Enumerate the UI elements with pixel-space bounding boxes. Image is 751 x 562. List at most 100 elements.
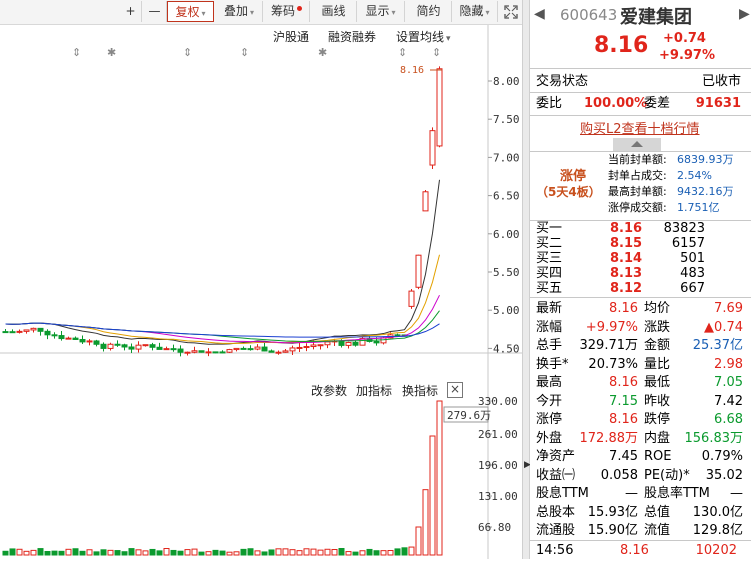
chevron-up-icon: [631, 141, 643, 147]
stat-row: 总股本 15.93亿 总值 130.0亿: [530, 504, 751, 522]
candle: [415, 254, 422, 288]
zoom-out-button[interactable]: —: [143, 1, 167, 22]
candle: [275, 351, 282, 354]
price-tick-label: 7.00: [493, 151, 520, 164]
volume-bar: [149, 548, 156, 556]
volume-bar: [415, 526, 422, 556]
volume-bar: [86, 549, 93, 556]
trade-status-label: 交易状态: [536, 74, 589, 89]
volume-bar: [191, 548, 198, 556]
bid-label: 买四: [536, 266, 563, 281]
volume-bar: [9, 548, 16, 556]
candle: [282, 350, 289, 353]
rongzi-link[interactable]: 融资融券: [328, 28, 376, 45]
price-tick-label: 6.00: [493, 228, 520, 241]
ma-settings-link[interactable]: 设置均线 ▾: [396, 28, 451, 45]
volume-bar: [345, 551, 352, 556]
bid-volume: 667: [680, 281, 705, 296]
stat-value: ▲0.74: [704, 319, 743, 335]
volume-bar: [37, 548, 44, 556]
bid-price: 8.16: [610, 221, 643, 236]
fullscreen-icon: [504, 5, 518, 19]
trade-status-row: 交易状态 已收市: [530, 73, 751, 91]
change-params-link[interactable]: 改参数: [311, 382, 347, 399]
fullscreen-button[interactable]: [500, 1, 522, 22]
candle: [65, 337, 72, 340]
volume-bar: [282, 548, 289, 556]
volume-bar: [72, 548, 79, 556]
volume-bar: [429, 435, 436, 556]
volume-bar: [331, 549, 338, 556]
candle: [324, 341, 331, 346]
stat-label: 股息TTM: [536, 486, 589, 501]
diejia-label: 叠加: [223, 4, 248, 18]
bid-label: 买二: [536, 236, 563, 251]
volume-bar: [303, 548, 310, 556]
stat-value: 129.8亿: [692, 523, 743, 538]
candle: [317, 344, 324, 347]
volume-bar: [324, 548, 331, 556]
fuquan-button[interactable]: 复权 ▾: [167, 1, 214, 22]
candle: [23, 329, 30, 332]
divider: [530, 68, 751, 69]
close-indicator-button[interactable]: ×: [447, 382, 463, 398]
stat-row: 最高 8.16 最低 7.05: [530, 374, 751, 392]
volume-bar: [366, 548, 373, 556]
panel-splitter[interactable]: ▶: [522, 0, 531, 559]
candle: [303, 346, 310, 349]
diejia-button[interactable]: 叠加 ▾: [216, 1, 263, 22]
candle: [247, 348, 254, 351]
zoom-in-button[interactable]: +: [120, 1, 142, 22]
stat-label: 净资产: [536, 449, 576, 464]
event-star-icon: ✱: [107, 46, 116, 59]
candle: [51, 334, 58, 337]
chouma-button[interactable]: 筹码: [264, 1, 310, 22]
candle: [107, 343, 114, 349]
weibi-row: 委比 100.00% 委差 91631: [530, 95, 751, 113]
add-indicator-link[interactable]: 加指标: [356, 382, 392, 399]
candle: [2, 331, 9, 334]
stat-value: 8.16: [609, 301, 638, 316]
jianyue-button[interactable]: 简约: [406, 1, 452, 22]
candle: [289, 347, 296, 352]
kline-chart[interactable]: ⇕ ✱ ⇕ ⇕ ✱ ⇕ ⇕ 8.00 7.50 7.00 6.50 6.00 5.50 5.…: [0, 25, 522, 559]
divider: [530, 297, 751, 298]
prev-stock-icon[interactable]: ◀: [534, 6, 545, 22]
xianshi-button[interactable]: 显示 ▾: [357, 1, 405, 22]
huaxian-label: 画线: [321, 4, 346, 18]
chevron-down-icon: ▾: [446, 34, 451, 44]
hugutong-link[interactable]: 沪股通: [273, 28, 309, 45]
chevron-down-icon: ▾: [485, 8, 490, 17]
volume-bar: [163, 548, 170, 556]
volume-bar: [219, 550, 226, 556]
stat-value: 15.90亿: [587, 523, 638, 538]
buy-l2-link[interactable]: 购买L2查看十档行情: [580, 118, 700, 137]
stat-label: 量比: [644, 356, 671, 372]
candle: [219, 351, 226, 354]
limit-up-detail-value: 6839.93万: [677, 153, 734, 166]
candle: [170, 348, 177, 351]
quote-panel: ◀ 600643 爱建集团 ▶ 8.16 +0.74 +9.97% 交易状态 已…: [530, 0, 751, 559]
limit-up-detail-label: 涨停成交额:: [608, 201, 667, 214]
kline-chart-svg[interactable]: ⇕ ✱ ⇕ ⇕ ✱ ⇕ ⇕ 8.00 7.50 7.00 6.50 6.00 5.50 5.…: [0, 25, 522, 559]
volume-bar: [261, 551, 268, 556]
candle: [261, 346, 268, 352]
candle: [142, 344, 149, 347]
candle: [30, 327, 37, 331]
ma-settings-label: 设置均线: [396, 30, 445, 44]
limit-up-detail-row: 最高封单额: 9432.16万: [530, 184, 751, 200]
stat-label: 换手*: [536, 356, 569, 372]
huaxian-button[interactable]: 画线: [311, 1, 357, 22]
candle: [100, 343, 107, 349]
volume-bar: [107, 549, 114, 556]
volume-bar: [296, 550, 303, 556]
price-marker-label: 8.16: [400, 65, 424, 76]
next-stock-icon[interactable]: ▶: [739, 6, 750, 22]
volume-tick-label: 261.00: [478, 428, 518, 441]
yincang-button[interactable]: 隐藏 ▾: [452, 1, 498, 22]
chevron-down-icon: ▾: [201, 9, 206, 18]
switch-indicator-link[interactable]: 换指标: [402, 382, 438, 399]
event-arrow-icon: ⇕: [398, 46, 407, 59]
expand-button[interactable]: [613, 138, 661, 151]
stat-row: 收益㈠ 0.058 PE(动)* 35.02: [530, 467, 751, 485]
